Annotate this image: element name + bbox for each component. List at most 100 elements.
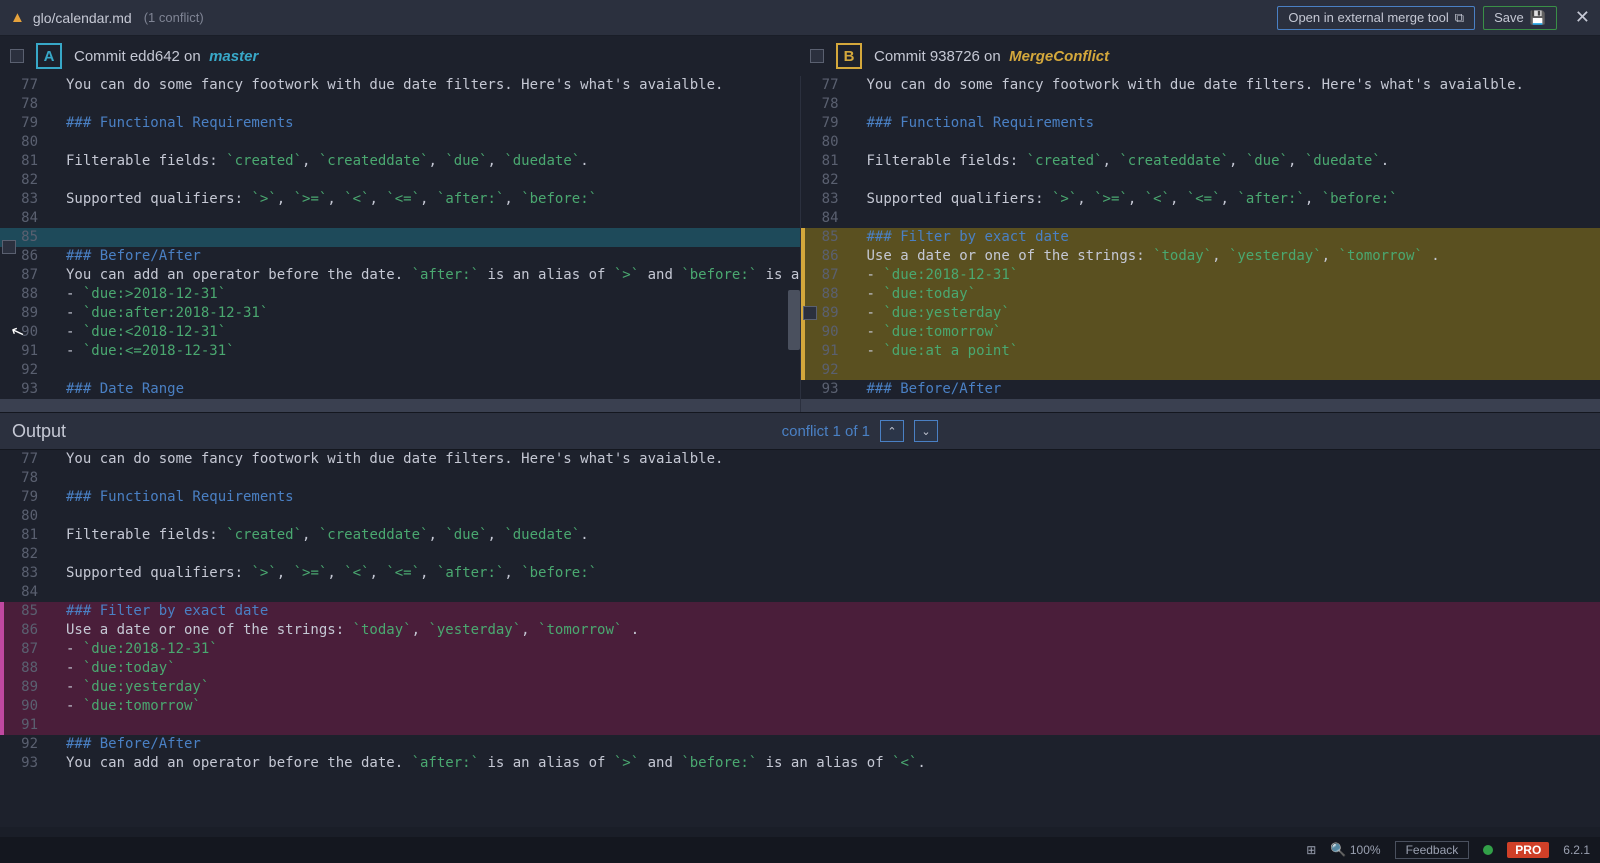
line-content: Filterable fields: `created`, `createdda… (849, 152, 1600, 171)
code-line[interactable]: 89- `due:after:2018-12-31` (0, 304, 800, 323)
code-line[interactable]: 93You can add an operator before the dat… (0, 754, 1600, 773)
code-line[interactable]: 86Use a date or one of the strings: `tod… (0, 621, 1600, 640)
line-content: You can do some fancy footwork with due … (48, 450, 1600, 469)
code-line[interactable]: 92 (0, 361, 800, 380)
line-number: 84 (801, 209, 849, 228)
output-pane[interactable]: 77You can do some fancy footwork with du… (0, 450, 1600, 827)
code-line[interactable]: 81Filterable fields: `created`, `created… (801, 152, 1600, 171)
code-line[interactable]: 91 (0, 716, 1600, 735)
code-line[interactable]: 78 (0, 95, 800, 114)
zoom-control[interactable]: 🔍 100% (1330, 842, 1380, 858)
pane-b[interactable]: 77You can do some fancy footwork with du… (800, 76, 1600, 412)
code-line[interactable]: 88- `due:>2018-12-31` (0, 285, 800, 304)
line-content: ### Before/After (849, 380, 1600, 399)
line-number: 81 (0, 526, 48, 545)
code-line[interactable]: 85### Filter by exact date (0, 602, 1600, 621)
code-line[interactable]: 83Supported qualifiers: `>`, `>=`, `<`, … (801, 190, 1600, 209)
code-line[interactable]: 81Filterable fields: `created`, `created… (0, 152, 800, 171)
side-a-header: A Commit edd642 on master (0, 36, 800, 76)
pane-a[interactable]: ↖ 77You can do some fancy footwork with … (0, 76, 800, 412)
line-number: 92 (801, 361, 849, 380)
line-content (48, 507, 1600, 526)
next-conflict-button[interactable]: ⌄ (914, 420, 938, 442)
code-line[interactable]: 84 (801, 209, 1600, 228)
side-a-take-all-checkbox[interactable] (10, 49, 24, 63)
code-line[interactable]: 82 (0, 545, 1600, 564)
open-external-button[interactable]: Open in external merge tool ⧉ (1277, 6, 1475, 30)
side-b-take-all-checkbox[interactable] (810, 49, 824, 63)
code-line[interactable]: 90- `due:tomorrow` (0, 697, 1600, 716)
line-content (849, 209, 1600, 228)
code-line[interactable]: 89- `due:yesterday` (801, 304, 1600, 323)
line-content: You can do some fancy footwork with due … (849, 76, 1600, 95)
line-content: - `due:today` (849, 285, 1600, 304)
status-indicator-icon (1483, 845, 1493, 855)
code-line[interactable]: 86### Before/After (0, 247, 800, 266)
code-line[interactable]: 86Use a date or one of the strings: `tod… (801, 247, 1600, 266)
code-line[interactable]: 77You can do some fancy footwork with du… (0, 76, 800, 95)
code-line[interactable]: 84 (0, 583, 1600, 602)
code-line[interactable]: 93### Date Range (0, 380, 800, 399)
code-line[interactable]: 88- `due:today` (0, 659, 1600, 678)
feedback-button[interactable]: Feedback (1395, 841, 1470, 859)
line-content: Filterable fields: `created`, `createdda… (48, 526, 1600, 545)
line-content (48, 469, 1600, 488)
line-number: 90 (0, 697, 48, 716)
prev-conflict-button[interactable]: ⌃ (880, 420, 904, 442)
code-line[interactable]: 79### Functional Requirements (0, 114, 800, 133)
hunk-b-checkbox[interactable] (803, 306, 817, 320)
code-line[interactable]: 91- `due:at a point` (801, 342, 1600, 361)
code-line[interactable]: 87- `due:2018-12-31` (801, 266, 1600, 285)
code-body-a[interactable]: 77You can do some fancy footwork with du… (0, 76, 800, 412)
output-header: Output conflict 1 of 1 ⌃ ⌄ (0, 412, 1600, 450)
code-body-output[interactable]: 77You can do some fancy footwork with du… (0, 450, 1600, 827)
code-line[interactable]: 77You can do some fancy footwork with du… (0, 450, 1600, 469)
line-number: 83 (0, 190, 48, 209)
code-line[interactable]: 77You can do some fancy footwork with du… (801, 76, 1600, 95)
code-line[interactable]: 80 (801, 133, 1600, 152)
line-content (48, 583, 1600, 602)
line-content: - `due:after:2018-12-31` (48, 304, 800, 323)
conflict-summary: (1 conflict) (144, 10, 204, 25)
scrollbar-thumb-a[interactable] (788, 290, 800, 350)
line-content: - `due:<=2018-12-31` (48, 342, 800, 361)
line-number: 82 (801, 171, 849, 190)
code-line[interactable]: 92### Before/After (0, 735, 1600, 754)
code-line[interactable]: 82 (801, 171, 1600, 190)
code-line[interactable]: 79### Functional Requirements (801, 114, 1600, 133)
code-line[interactable]: 89- `due:yesterday` (0, 678, 1600, 697)
code-body-b[interactable]: 77You can do some fancy footwork with du… (801, 76, 1600, 412)
code-line[interactable]: 83Supported qualifiers: `>`, `>=`, `<`, … (0, 190, 800, 209)
code-line[interactable]: 78 (801, 95, 1600, 114)
code-line[interactable]: 87- `due:2018-12-31` (0, 640, 1600, 659)
code-line[interactable]: 90- `due:tomorrow` (801, 323, 1600, 342)
side-b-badge: B (836, 43, 862, 69)
grid-icon[interactable]: ⊞ (1306, 843, 1316, 857)
line-content (48, 171, 800, 190)
pro-badge: PRO (1507, 842, 1549, 858)
code-line[interactable]: 78 (0, 469, 1600, 488)
line-content (48, 228, 800, 247)
close-icon[interactable]: ✕ (1575, 7, 1590, 28)
code-line[interactable]: 80 (0, 507, 1600, 526)
code-line[interactable]: 92 (801, 361, 1600, 380)
code-line[interactable]: 93### Before/After (801, 380, 1600, 399)
line-number: 87 (0, 266, 48, 285)
code-line[interactable]: 88- `due:today` (801, 285, 1600, 304)
code-line[interactable]: 84 (0, 209, 800, 228)
code-line[interactable]: 91- `due:<=2018-12-31` (0, 342, 800, 361)
code-line[interactable]: 81Filterable fields: `created`, `created… (0, 526, 1600, 545)
code-line[interactable]: 90- `due:<2018-12-31` (0, 323, 800, 342)
code-line[interactable]: 83Supported qualifiers: `>`, `>=`, `<`, … (0, 564, 1600, 583)
code-line[interactable]: 85 (0, 228, 800, 247)
save-button[interactable]: Save 💾 (1483, 6, 1557, 30)
hunk-a-checkbox[interactable] (2, 240, 16, 254)
line-content: - `due:>2018-12-31` (48, 285, 800, 304)
line-content: - `due:tomorrow` (48, 697, 1600, 716)
code-line[interactable]: 87You can add an operator before the dat… (0, 266, 800, 285)
code-line[interactable]: 85### Filter by exact date (801, 228, 1600, 247)
code-line[interactable]: 82 (0, 171, 800, 190)
line-content: - `due:at a point` (849, 342, 1600, 361)
code-line[interactable]: 80 (0, 133, 800, 152)
code-line[interactable]: 79### Functional Requirements (0, 488, 1600, 507)
